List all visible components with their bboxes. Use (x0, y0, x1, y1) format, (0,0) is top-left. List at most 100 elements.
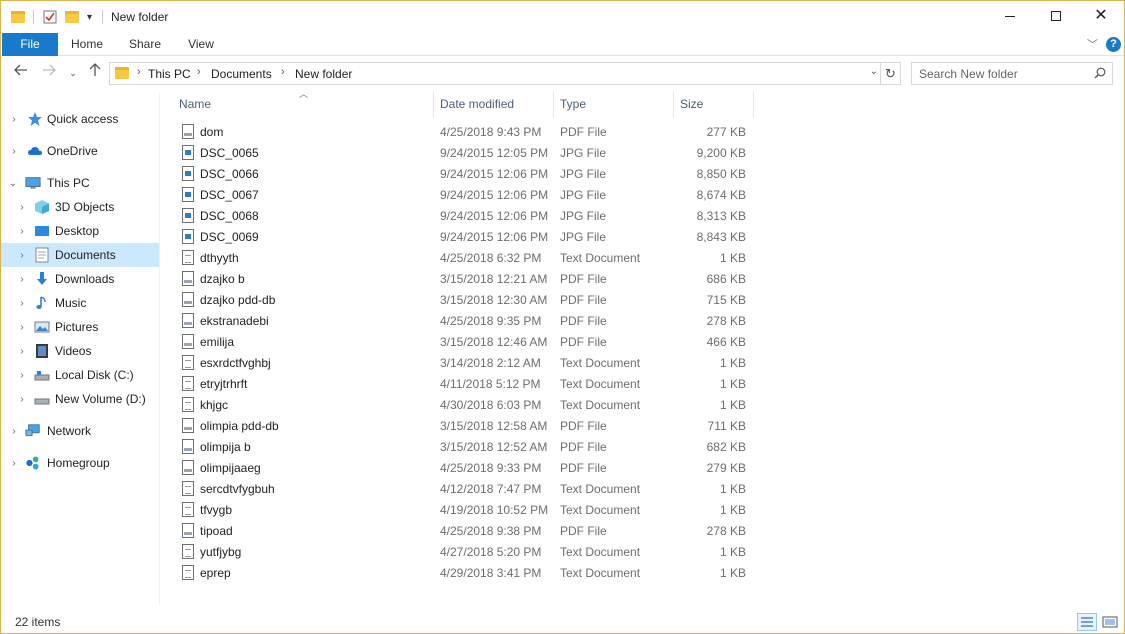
sidebar-item-onedrive[interactable]: › OneDrive (1, 139, 159, 163)
sidebar-item-local-disk-c[interactable]: › Local Disk (C:) (1, 363, 159, 387)
breadcrumb-documents[interactable]: Documents (211, 67, 272, 81)
tab-share[interactable]: Share (121, 33, 169, 56)
chevron-right-icon[interactable]: › (17, 274, 27, 285)
column-divider[interactable] (553, 92, 554, 118)
chevron-right-icon[interactable]: › (9, 146, 19, 157)
file-type: JPG File (560, 146, 607, 160)
table-row[interactable]: emilija 3/15/2018 12:46 AM PDF File 466 KB (177, 331, 752, 352)
table-row[interactable]: dzajko b 3/15/2018 12:21 AM PDF File 686 KB (177, 268, 752, 289)
tab-view[interactable]: View (179, 33, 223, 56)
table-row[interactable]: tfvygb 4/19/2018 10:52 PM Text Document 1 K… (177, 499, 752, 520)
chevron-right-icon[interactable]: › (17, 226, 27, 237)
new-folder-icon[interactable] (65, 8, 79, 26)
sidebar-item-network[interactable]: › Network (1, 419, 159, 443)
table-row[interactable]: sercdtvfygbuh 4/12/2018 7:47 PM Text Docum… (177, 478, 752, 499)
file-date-modified: 4/11/2018 5:12 PM (440, 377, 541, 391)
sidebar-item-label: Videos (55, 344, 92, 358)
table-row[interactable]: DSC_0069 9/24/2015 12:06 PM JPG File 8,843 … (177, 226, 752, 247)
table-row[interactable]: olimpia pdd-db 3/15/2018 12:58 AM PDF File… (177, 415, 752, 436)
table-row[interactable]: eprep 4/29/2018 3:41 PM Text Document 1 KB (177, 562, 752, 583)
table-row[interactable]: DSC_0068 9/24/2015 12:06 PM JPG File 8,313 … (177, 205, 752, 226)
chevron-right-icon[interactable]: › (17, 202, 27, 213)
sidebar-item-homegroup[interactable]: › Homegroup (1, 451, 159, 475)
search-input[interactable] (912, 63, 1088, 84)
tab-file[interactable]: File (2, 33, 58, 56)
maximize-icon (1051, 11, 1061, 21)
column-divider[interactable] (753, 92, 754, 118)
sidebar-item-documents[interactable]: › Documents (1, 243, 159, 267)
recent-locations-chevron-icon[interactable]: ⌄ (63, 63, 83, 83)
chevron-right-icon[interactable]: › (17, 322, 27, 333)
search-box[interactable] (911, 62, 1113, 85)
expand-ribbon-chevron-icon[interactable]: ﹀ (1087, 36, 1098, 52)
address-dropdown-chevron-icon[interactable]: ⌄ (870, 66, 878, 77)
file-list: ︿ Name Date modified Type Size dom 4/25/2… (161, 89, 761, 599)
table-row[interactable]: tipoad 4/25/2018 9:38 PM PDF File 278 KB (177, 520, 752, 541)
column-divider[interactable] (673, 92, 674, 118)
table-row[interactable]: dthyyth 4/25/2018 6:32 PM Text Document 1 K… (177, 247, 752, 268)
table-row[interactable]: olimpijaaeg 4/25/2018 9:33 PM PDF File 279 … (177, 457, 752, 478)
sidebar-item-downloads[interactable]: › Downloads (1, 267, 159, 291)
properties-icon[interactable] (43, 8, 57, 26)
minimize-button[interactable] (987, 1, 1033, 31)
chevron-right-icon[interactable]: › (17, 370, 27, 381)
chevron-right-icon[interactable]: › (9, 458, 19, 469)
breadcrumb-this-pc[interactable]: This PC (148, 67, 191, 81)
sidebar-item-music[interactable]: › Music (1, 291, 159, 315)
sidebar-item-desktop[interactable]: › Desktop (1, 219, 159, 243)
column-divider[interactable] (433, 92, 434, 118)
chevron-right-icon[interactable]: › (17, 298, 27, 309)
table-row[interactable]: DSC_0066 9/24/2015 12:06 PM JPG File 8,850 … (177, 163, 752, 184)
table-row[interactable]: etryjtrhrft 4/11/2018 5:12 PM Text Documen… (177, 373, 752, 394)
table-row[interactable]: khjgc 4/30/2018 6:03 PM Text Document 1 KB (177, 394, 752, 415)
table-row[interactable]: esxrdctfvghbj 3/14/2018 2:12 AM Text Docum… (177, 352, 752, 373)
table-row[interactable]: DSC_0067 9/24/2015 12:06 PM JPG File 8,674 … (177, 184, 752, 205)
file-name: olimpijaaeg (200, 461, 261, 475)
folder-icon[interactable] (11, 8, 25, 26)
chevron-right-icon[interactable]: › (17, 250, 27, 261)
customize-toolbar-chevron-icon[interactable]: ▾ (87, 8, 92, 26)
column-header-name[interactable]: Name (179, 94, 211, 119)
sidebar-item-quick-access[interactable]: › Quick access (1, 107, 159, 131)
file-name: yutfjybg (200, 545, 242, 559)
chevron-right-icon[interactable]: › (9, 426, 19, 437)
table-row[interactable]: DSC_0065 9/24/2015 12:05 PM JPG File 9,200 … (177, 142, 752, 163)
search-icon[interactable] (1094, 67, 1106, 79)
breadcrumb-new-folder[interactable]: New folder (295, 67, 352, 81)
column-header-type[interactable]: Type (560, 94, 586, 119)
chevron-down-icon[interactable]: ⌄ (8, 178, 18, 189)
tab-home[interactable]: Home (63, 33, 111, 56)
column-header-date-modified[interactable]: Date modified (440, 94, 514, 119)
table-row[interactable]: dzajko pdd-db 3/15/2018 12:30 AM PDF File 7… (177, 289, 752, 310)
back-button[interactable] (11, 63, 31, 83)
column-header-size[interactable]: Size (680, 94, 703, 119)
videos-icon (36, 344, 48, 358)
table-row[interactable]: dom 4/25/2018 9:43 PM PDF File 277 KB (177, 121, 752, 142)
table-row[interactable]: yutfjybg 4/27/2018 5:20 PM Text Document 1 … (177, 541, 752, 562)
help-icon[interactable]: ? (1106, 37, 1121, 52)
sidebar-item-videos[interactable]: › Videos (1, 339, 159, 363)
sidebar-item-new-volume-d[interactable]: › New Volume (D:) (1, 387, 159, 411)
close-button[interactable]: ✕ (1078, 1, 1124, 31)
up-button[interactable] (85, 63, 105, 83)
maximize-button[interactable] (1033, 1, 1079, 31)
sidebar-item-this-pc[interactable]: ⌄ This PC (1, 171, 159, 195)
pdf-file-icon (182, 313, 194, 328)
chevron-right-icon[interactable]: › (9, 114, 19, 125)
address-bar[interactable]: › This PC › Documents › New folder ⌄ (109, 62, 881, 85)
file-date-modified: 3/15/2018 12:21 AM (440, 272, 548, 286)
large-icons-view-button[interactable] (1100, 613, 1120, 631)
sidebar-item-3d-objects[interactable]: › 3D Objects (1, 195, 159, 219)
chevron-right-icon[interactable]: › (17, 346, 27, 357)
file-date-modified: 3/15/2018 12:58 AM (440, 419, 548, 433)
chevron-right-icon: › (137, 66, 141, 78)
star-icon (28, 112, 42, 126)
forward-button[interactable] (39, 63, 59, 83)
table-row[interactable]: ekstranadebi 4/25/2018 9:35 PM PDF File 278… (177, 310, 752, 331)
details-view-button[interactable] (1077, 613, 1097, 631)
refresh-button[interactable]: ↻ (881, 62, 901, 85)
sidebar-item-pictures[interactable]: › Pictures (1, 315, 159, 339)
sidebar-item-label: Downloads (55, 272, 115, 286)
table-row[interactable]: olimpija b 3/15/2018 12:52 AM PDF File 682 … (177, 436, 752, 457)
chevron-right-icon[interactable]: › (17, 394, 27, 405)
